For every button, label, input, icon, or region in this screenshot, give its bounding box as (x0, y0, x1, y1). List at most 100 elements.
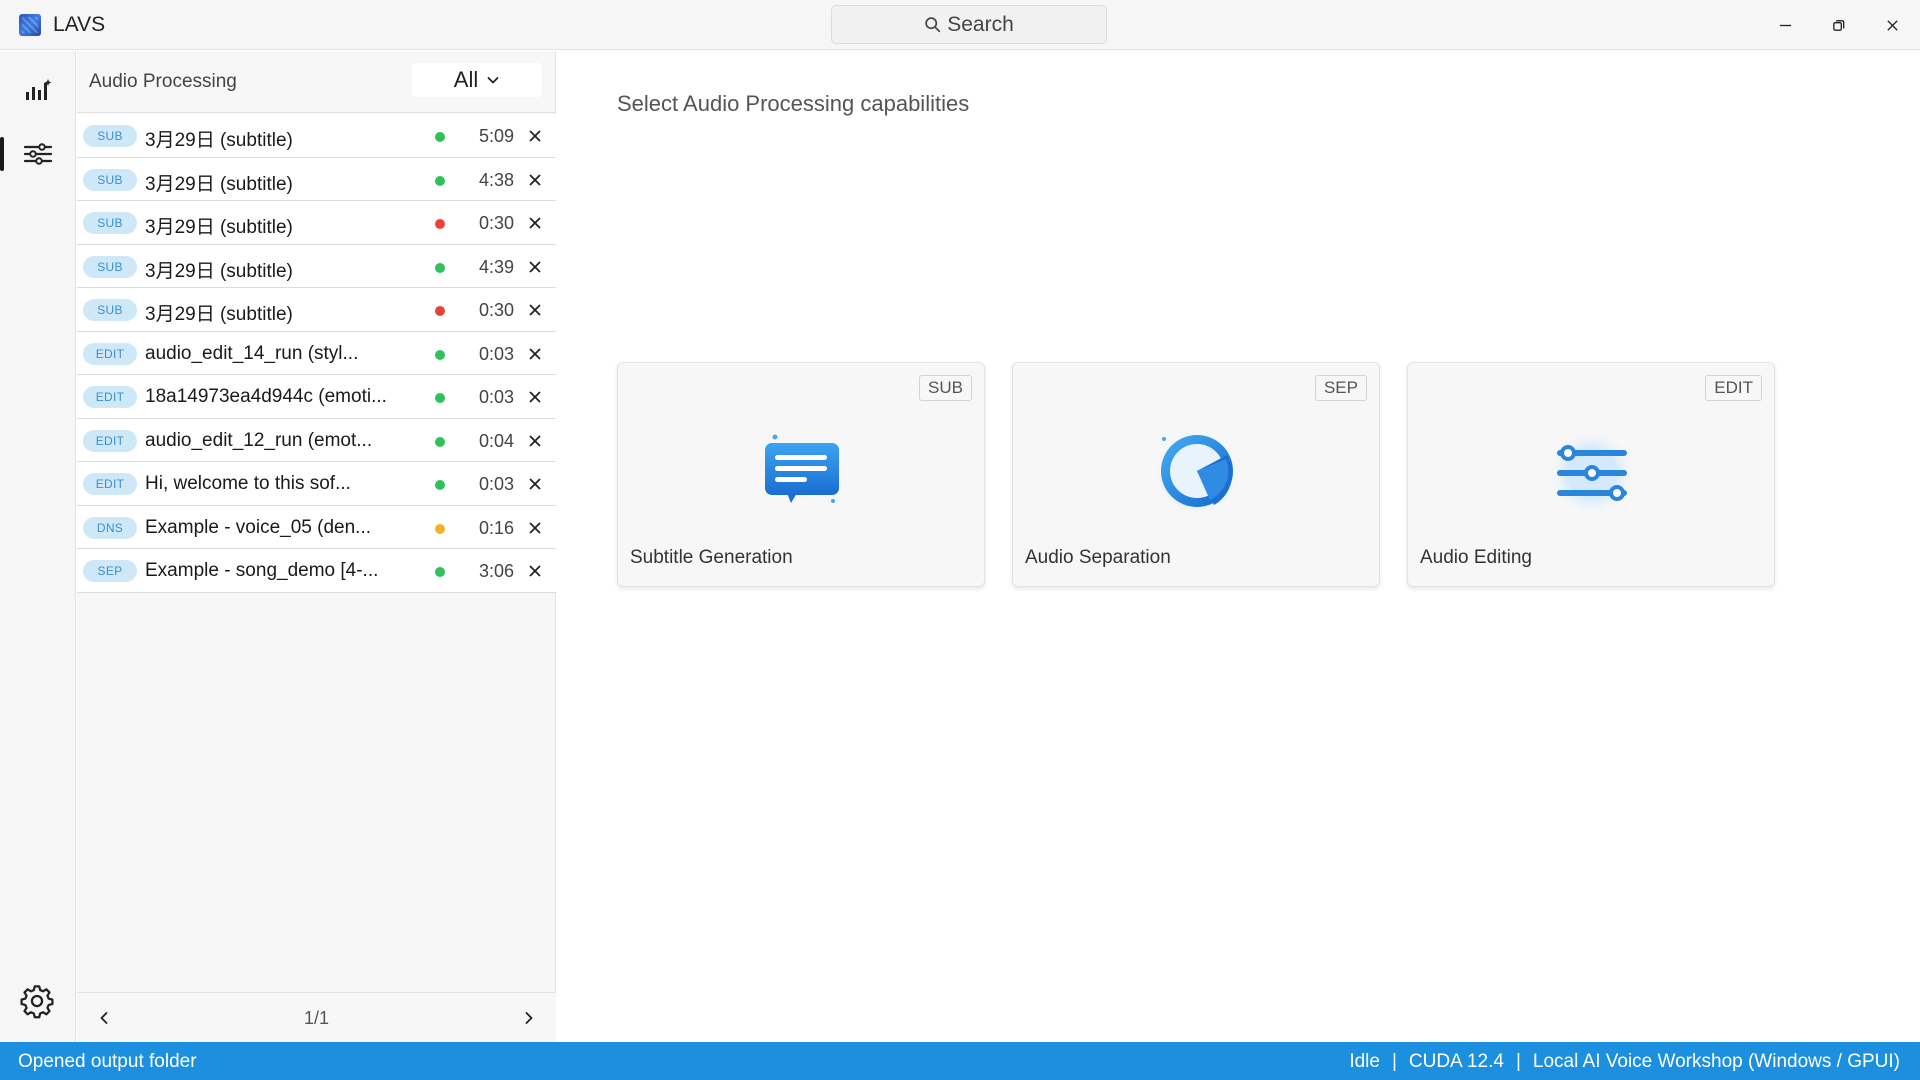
product-name: Local AI Voice Workshop (Windows / GPUI) (1532, 1051, 1900, 1072)
close-icon (529, 130, 541, 142)
task-row[interactable]: DNS Example - voice_05 (den... 0:16 (77, 505, 556, 549)
close-icon (529, 521, 541, 534)
task-name: 3月29日 (subtitle) (145, 217, 293, 238)
task-type-badge: SUB (83, 299, 137, 321)
task-duration: 0:03 (478, 474, 514, 494)
task-status-dot (435, 262, 445, 273)
task-type-badge: EDIT (83, 386, 137, 408)
task-list: SUB 3月29日 (subtitle) 5:09 SUB 3月29日 (subtitl… (77, 114, 556, 593)
remove-task-button[interactable] (527, 128, 543, 144)
task-status-dot (435, 480, 445, 490)
task-status-dot (435, 132, 445, 142)
page-title: Select Audio Processing capabilities (617, 91, 970, 116)
rail-item-statistics[interactable] (18, 71, 58, 111)
close-icon (529, 434, 541, 447)
close-icon (529, 217, 541, 229)
task-row[interactable]: EDIT 18a14973ea4d944c (emoti... 0:03 (77, 375, 556, 419)
remove-task-button[interactable] (527, 520, 543, 536)
status-separator: | (1515, 1051, 1521, 1072)
task-duration: 0:04 (478, 430, 514, 451)
minimize-icon (1779, 24, 1791, 26)
task-status-dot (435, 306, 445, 316)
task-row[interactable]: SUB 3月29日 (subtitle) 4:39 (77, 244, 556, 288)
search-icon (925, 17, 941, 33)
task-duration: 0:03 (478, 343, 514, 364)
status-message: Opened output folder (18, 1051, 197, 1072)
task-name: 3月29日 (subtitle) (145, 260, 293, 282)
main-area: Select Audio Processing capabilities SUB… (557, 51, 1920, 1042)
task-row[interactable]: SUB 3月29日 (subtitle) 4:38 (77, 157, 556, 201)
task-row[interactable]: SUB 3月29日 (subtitle) 5:09 (77, 114, 556, 158)
task-status-dot (435, 436, 445, 447)
subtitle-icon (757, 427, 847, 517)
remove-task-button[interactable] (527, 433, 543, 449)
remove-task-button[interactable] (527, 215, 543, 231)
capability-card-separation[interactable]: SEP Audio Separation (1012, 362, 1380, 587)
gear-icon (20, 985, 54, 1019)
task-duration: 0:30 (478, 300, 514, 320)
task-type-badge: SUB (83, 255, 137, 278)
filter-dropdown[interactable]: All (412, 63, 542, 97)
next-page-button[interactable] (520, 1009, 538, 1027)
app-title: LAVS (53, 13, 106, 36)
remove-task-button[interactable] (527, 563, 543, 579)
task-type-badge: SUB (83, 168, 137, 191)
rail-active-indicator (0, 137, 4, 171)
task-duration: 4:38 (478, 169, 514, 190)
restore-icon (1832, 19, 1844, 31)
card-tag: EDIT (1705, 375, 1762, 401)
card-label: Audio Separation (1025, 547, 1171, 568)
remove-task-button[interactable] (527, 259, 543, 275)
task-row[interactable]: EDIT audio_edit_12_run (emot... 0:04 (77, 418, 556, 462)
task-type-badge: EDIT (83, 429, 137, 452)
close-icon (529, 347, 541, 360)
restore-button[interactable] (1823, 10, 1853, 40)
remove-task-button[interactable] (527, 476, 543, 492)
minimize-button[interactable] (1770, 10, 1800, 40)
capability-card-editing[interactable]: EDIT Audio Editing (1407, 362, 1775, 587)
panel-header: Audio Processing All (77, 51, 556, 113)
task-row[interactable]: SUB 3月29日 (subtitle) 0:30 (77, 201, 556, 245)
task-row[interactable]: EDIT Hi, welcome to this sof... 0:03 (77, 462, 556, 506)
task-status-dot (435, 219, 445, 229)
remove-task-button[interactable] (527, 346, 543, 362)
separation-icon (1152, 427, 1242, 517)
task-name: 3月29日 (subtitle) (145, 130, 293, 151)
search-input[interactable]: Search (831, 5, 1107, 44)
close-icon (1886, 19, 1898, 31)
task-name: 18a14973ea4d944c (emoti... (145, 386, 387, 407)
card-tag: SUB (919, 375, 972, 401)
close-window-button[interactable] (1877, 10, 1907, 40)
capability-card-subtitle[interactable]: SUB Subtitle Generation (617, 362, 985, 587)
task-status-dot (435, 523, 445, 534)
status-info: Idle | CUDA 12.4 | Local AI Voice Worksh… (1349, 1051, 1900, 1073)
task-row[interactable]: SUB 3月29日 (subtitle) 0:30 (77, 288, 556, 332)
editing-icon (1547, 427, 1637, 517)
task-type-badge: SEP (83, 560, 137, 582)
panel-title: Audio Processing (89, 71, 237, 92)
nav-rail (0, 51, 76, 1042)
task-duration: 3:06 (478, 561, 514, 581)
task-name: Hi, welcome to this sof... (145, 473, 351, 494)
title-bar: LAVS Search (0, 0, 1920, 50)
chevron-right-icon (525, 1012, 533, 1024)
task-duration: 4:39 (478, 256, 514, 277)
settings-button[interactable] (19, 983, 55, 1019)
search-placeholder: Search (947, 12, 1014, 36)
task-status-dot (435, 567, 445, 577)
task-duration: 5:09 (478, 126, 514, 146)
task-type-badge: EDIT (83, 473, 137, 495)
remove-task-button[interactable] (527, 389, 543, 405)
app-logo-icon (19, 14, 41, 36)
chart-bars-icon (26, 79, 52, 100)
close-icon (529, 565, 541, 577)
task-row[interactable]: EDIT audio_edit_14_run (styl... 0:03 (77, 331, 556, 375)
task-row[interactable]: SEP Example - song_demo [4-... 3:06 (77, 549, 556, 593)
task-type-badge: DNS (83, 516, 137, 539)
rail-item-audio-processing[interactable] (18, 134, 58, 174)
task-duration: 0:16 (478, 517, 514, 538)
remove-task-button[interactable] (527, 302, 543, 318)
chevron-down-icon (487, 77, 499, 84)
task-name: 3月29日 (subtitle) (145, 173, 293, 195)
remove-task-button[interactable] (527, 172, 543, 188)
